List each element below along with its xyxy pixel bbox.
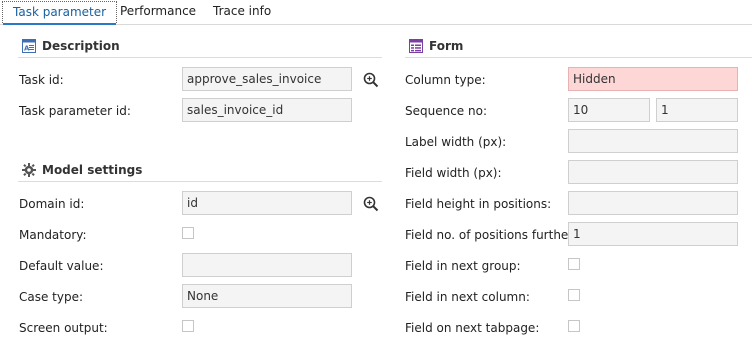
tab-trace-info[interactable]: Trace info (203, 1, 281, 22)
field-width-field[interactable] (568, 160, 738, 184)
domain-id-field[interactable]: id (182, 191, 352, 215)
tab-task-parameter-label: Task parameter (13, 5, 107, 19)
form-icon (409, 39, 423, 53)
field-on-next-tabpage-checkbox[interactable] (568, 320, 580, 332)
sequence-no-field-2[interactable]: 1 (656, 98, 738, 122)
model-settings-section-header: Model settings (18, 159, 382, 182)
case-type-field[interactable]: None (182, 284, 352, 308)
model-settings-title: Model settings (42, 163, 143, 177)
field-no-positions-label: Field no. of positions further: (405, 228, 578, 242)
field-no-positions-field[interactable]: 1 (568, 222, 738, 246)
task-id-zoom-icon[interactable] (363, 72, 379, 88)
active-tab-indicator (3, 23, 117, 25)
field-height-label: Field height in positions: (405, 197, 552, 211)
default-value-field[interactable] (182, 253, 352, 277)
tab-performance[interactable]: Performance (110, 1, 206, 22)
field-in-next-column-label: Field in next column: (405, 290, 530, 304)
screen-output-checkbox[interactable] (182, 320, 194, 332)
domain-id-label: Domain id: (19, 197, 85, 211)
form-title: Form (429, 39, 464, 53)
tab-bar: Task parameter Performance Trace info (0, 0, 752, 25)
tab-task-parameter[interactable]: Task parameter (2, 1, 118, 25)
screen-output-label: Screen output: (19, 321, 108, 335)
task-id-label: Task id: (19, 73, 64, 87)
form-section-header: Form (405, 35, 752, 58)
mandatory-checkbox[interactable] (182, 227, 194, 239)
task-parameter-id-label: Task parameter id: (19, 104, 131, 118)
task-parameter-id-field[interactable]: sales_invoice_id (182, 98, 352, 122)
field-height-field[interactable] (568, 191, 738, 215)
mandatory-label: Mandatory: (19, 228, 87, 242)
sequence-no-field-1[interactable]: 10 (568, 98, 650, 122)
domain-id-zoom-icon[interactable] (363, 196, 379, 212)
description-icon: A (22, 39, 36, 53)
field-in-next-group-checkbox[interactable] (568, 258, 580, 270)
default-value-label: Default value: (19, 259, 104, 273)
tab-performance-label: Performance (120, 4, 197, 18)
label-width-label: Label width (px): (405, 135, 507, 149)
gear-icon (22, 163, 36, 177)
task-id-field[interactable]: approve_sales_invoice (182, 67, 352, 91)
label-width-field[interactable] (568, 129, 738, 153)
field-on-next-tabpage-label: Field on next tabpage: (405, 321, 540, 335)
tab-trace-info-label: Trace info (213, 4, 272, 18)
case-type-label: Case type: (19, 290, 84, 304)
field-in-next-column-checkbox[interactable] (568, 289, 580, 301)
column-type-label: Column type: (405, 73, 486, 87)
field-width-label: Field width (px): (405, 166, 502, 180)
column-type-field[interactable]: Hidden (568, 67, 738, 91)
description-section-header: A Description (18, 35, 382, 58)
field-in-next-group-label: Field in next group: (405, 259, 521, 273)
sequence-no-label: Sequence no: (405, 104, 487, 118)
description-title: Description (42, 39, 120, 53)
